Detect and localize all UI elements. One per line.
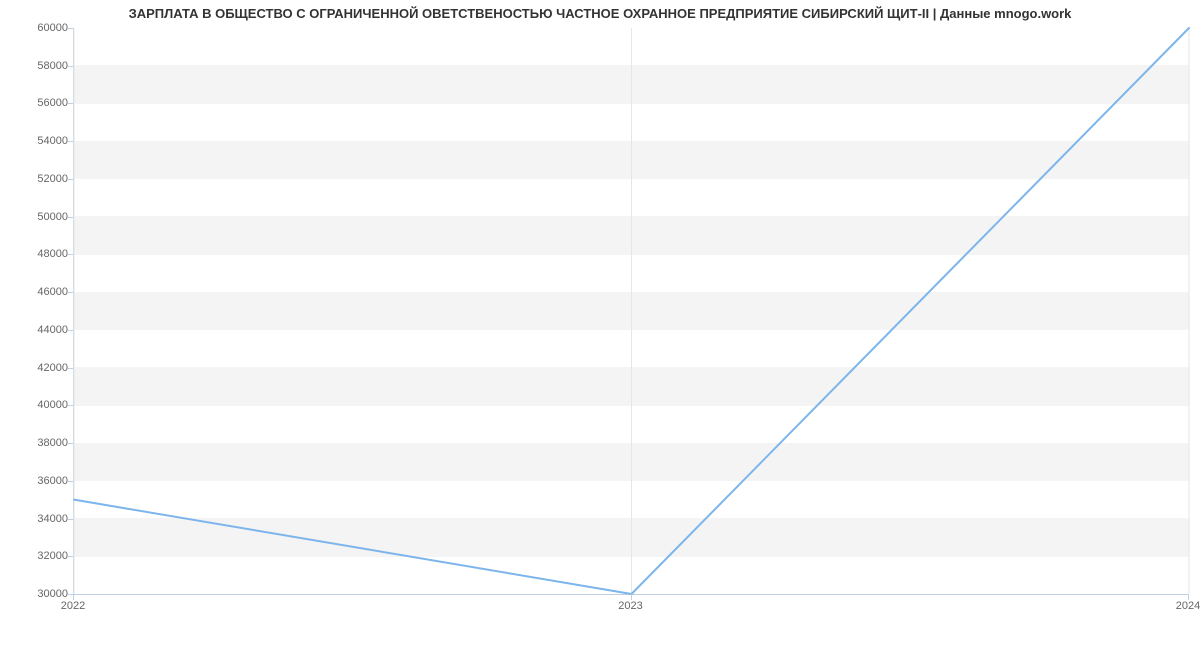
y-tick-mark bbox=[68, 292, 73, 293]
y-tick-label: 44000 bbox=[8, 324, 68, 336]
y-tick-label: 48000 bbox=[8, 248, 68, 260]
y-tick-mark bbox=[68, 28, 73, 29]
y-tick-label: 38000 bbox=[8, 437, 68, 449]
y-tick-mark bbox=[68, 254, 73, 255]
y-tick-label: 42000 bbox=[8, 362, 68, 374]
x-tick-mark bbox=[631, 594, 632, 600]
y-tick-label: 40000 bbox=[8, 399, 68, 411]
y-tick-mark bbox=[68, 179, 73, 180]
x-tick-label: 2023 bbox=[618, 600, 642, 612]
y-tick-mark bbox=[68, 368, 73, 369]
y-tick-label: 36000 bbox=[8, 475, 68, 487]
y-tick-label: 50000 bbox=[8, 211, 68, 223]
y-tick-mark bbox=[68, 330, 73, 331]
y-tick-label: 30000 bbox=[8, 588, 68, 600]
y-tick-label: 52000 bbox=[8, 173, 68, 185]
y-tick-mark bbox=[68, 519, 73, 520]
line-layer bbox=[74, 28, 1189, 594]
y-tick-mark bbox=[68, 103, 73, 104]
y-tick-label: 54000 bbox=[8, 135, 68, 147]
y-tick-mark bbox=[68, 556, 73, 557]
x-tick-mark bbox=[1188, 594, 1189, 600]
y-tick-label: 60000 bbox=[8, 22, 68, 34]
x-tick-mark bbox=[73, 594, 74, 600]
x-tick-label: 2022 bbox=[61, 600, 85, 612]
plot-area[interactable] bbox=[73, 28, 1189, 595]
y-tick-mark bbox=[68, 405, 73, 406]
chart-title: ЗАРПЛАТА В ОБЩЕСТВО С ОГРАНИЧЕННОЙ ОВЕТС… bbox=[0, 6, 1200, 21]
y-tick-label: 34000 bbox=[8, 513, 68, 525]
y-tick-mark bbox=[68, 66, 73, 67]
x-tick-label: 2024 bbox=[1176, 600, 1200, 612]
y-tick-label: 46000 bbox=[8, 286, 68, 298]
y-tick-mark bbox=[68, 141, 73, 142]
y-tick-label: 56000 bbox=[8, 97, 68, 109]
y-tick-mark bbox=[68, 481, 73, 482]
y-tick-label: 58000 bbox=[8, 60, 68, 72]
chart-container: ЗАРПЛАТА В ОБЩЕСТВО С ОГРАНИЧЕННОЙ ОВЕТС… bbox=[0, 0, 1200, 650]
y-tick-mark bbox=[68, 217, 73, 218]
y-tick-label: 32000 bbox=[8, 550, 68, 562]
y-tick-mark bbox=[68, 443, 73, 444]
